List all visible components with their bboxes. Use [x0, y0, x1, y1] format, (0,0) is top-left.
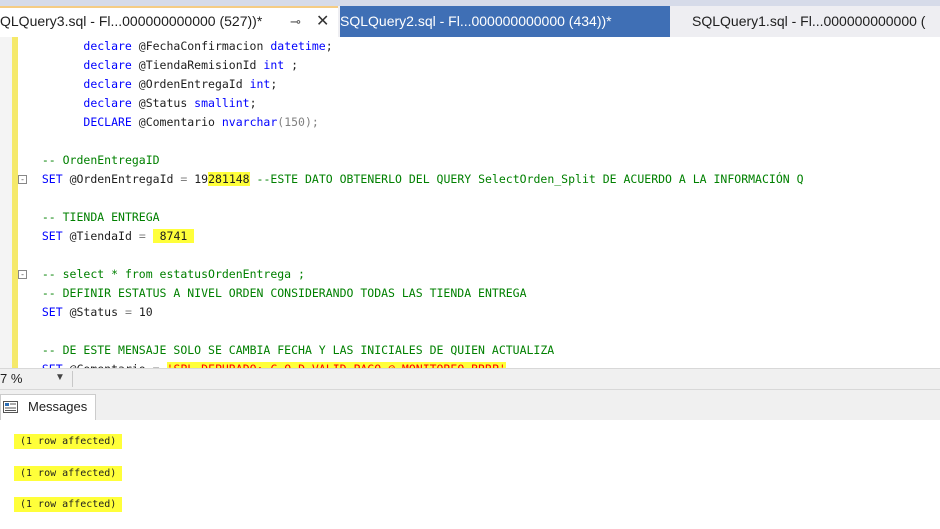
tab-sqlquery2-label: SQLQuery2.sql - Fl...000000000000 (434))… [340, 13, 612, 29]
message-line: (1 row affected) [14, 434, 123, 449]
code-line: -- DE ESTE MENSAJE SOLO SE CAMBIA FECHA … [28, 341, 554, 360]
code-token: @OrdenEntregaId [62, 172, 181, 186]
close-icon[interactable]: ✕ [316, 8, 329, 35]
code-token: int [263, 58, 285, 72]
tab-sqlquery2[interactable]: SQLQuery2.sql - Fl...000000000000 (434))… [340, 6, 670, 37]
code-token: DECLARE [83, 115, 132, 129]
message-line: (1 row affected) [14, 466, 123, 481]
code-token: @OrdenEntregaId [131, 77, 250, 91]
code-token: = [124, 305, 132, 319]
sql-editor[interactable]: declare @FechaConfirmacion datetime; dec… [0, 37, 940, 368]
results-tab-bar: Messages [0, 390, 940, 421]
collapse-toggle-icon[interactable]: - [18, 175, 27, 184]
change-tracking-bar [12, 37, 18, 368]
code-line: SET @Comentario = 'SPL DEPURADO: C.O.D V… [28, 360, 506, 368]
code-token: 19 [187, 172, 209, 186]
code-token: = [138, 229, 146, 243]
code-line: -- TIENDA ENTREGA [28, 208, 160, 227]
code-token: nvarchar [221, 115, 278, 129]
code-token: declare [83, 96, 132, 110]
messages-icon [3, 401, 18, 413]
code-token: declare [83, 58, 132, 72]
code-token: int [249, 77, 271, 91]
tab-sqlquery3[interactable]: QLQuery3.sql - Fl...000000000000 (527))*… [0, 6, 338, 37]
code-token: @Status [131, 96, 195, 110]
editor-status-strip: 7 % ▼ [0, 368, 940, 390]
code-token: --ESTE DATO OBTENERLO DEL QUERY SelectOr… [256, 172, 804, 186]
code-token: SET [41, 305, 63, 319]
editor-margin [0, 37, 12, 368]
code-line: declare @FechaConfirmacion datetime; [28, 37, 333, 56]
code-line: -- select * from estatusOrdenEntrega ; [28, 265, 305, 284]
code-token: declare [83, 39, 132, 53]
code-token: ; [325, 39, 333, 53]
zoom-dropdown-icon[interactable]: ▼ [55, 372, 65, 383]
code-token: SET [41, 229, 63, 243]
code-token: -- TIENDA ENTREGA [41, 210, 160, 224]
code-token: ; [249, 96, 257, 110]
code-line: -- OrdenEntregaID [28, 151, 160, 170]
code-line: SET @Status = 10 [28, 303, 153, 322]
tab-messages-label: Messages [28, 399, 88, 414]
code-token: 10 [131, 305, 153, 319]
pin-icon[interactable]: ⊸ [290, 8, 301, 35]
code-token: @FechaConfirmacion [131, 39, 271, 53]
code-token: 8741 [152, 229, 195, 243]
code-token: @TiendaId [62, 229, 139, 243]
collapse-toggle-icon[interactable]: - [18, 270, 27, 279]
code-token: (150); [277, 115, 319, 129]
code-line: -- DEFINIR ESTATUS A NIVEL ORDEN CONSIDE… [28, 284, 527, 303]
code-line: declare @TiendaRemisionId int ; [28, 56, 298, 75]
code-line: declare @OrdenEntregaId int; [28, 75, 277, 94]
code-line: SET @TiendaId = 8741 [28, 227, 195, 246]
code-token: datetime [270, 39, 326, 53]
message-line: (1 row affected) [14, 497, 123, 512]
document-tab-bar: QLQuery3.sql - Fl...000000000000 (527))*… [0, 6, 940, 38]
code-token: -- DEFINIR ESTATUS A NIVEL ORDEN CONSIDE… [41, 286, 527, 300]
tab-sqlquery1[interactable]: SQLQuery1.sql - Fl...000000000000 ( [692, 6, 940, 37]
code-line: DECLARE @Comentario nvarchar(150); [28, 113, 319, 132]
zoom-level[interactable]: 7 % [0, 371, 22, 386]
code-token: 281148 [208, 172, 250, 186]
code-token: @TiendaRemisionId [131, 58, 264, 72]
code-token: -- select * from estatusOrdenEntrega ; [41, 267, 305, 281]
code-token: -- DE ESTE MENSAJE SOLO SE CAMBIA FECHA … [41, 343, 555, 357]
code-token: smallint [194, 96, 250, 110]
code-token: ; [284, 58, 299, 72]
code-token: @Status [62, 305, 125, 319]
code-token: ; [270, 77, 278, 91]
code-token: SET [41, 172, 63, 186]
tab-sqlquery1-label: SQLQuery1.sql - Fl...000000000000 ( [692, 13, 926, 29]
tab-messages[interactable]: Messages [0, 394, 96, 420]
code-token: -- OrdenEntregaID [41, 153, 160, 167]
code-token: declare [83, 77, 132, 91]
code-token: @Comentario [131, 115, 222, 129]
tab-sqlquery3-label: QLQuery3.sql - Fl...000000000000 (527))* [0, 13, 263, 29]
messages-panel: (1 row affected) (1 row affected) (1 row… [0, 420, 940, 529]
horizontal-scrollbar-start[interactable] [72, 371, 73, 387]
code-line: SET @OrdenEntregaId = 19281148 --ESTE DA… [28, 170, 804, 189]
code-line: declare @Status smallint; [28, 94, 257, 113]
